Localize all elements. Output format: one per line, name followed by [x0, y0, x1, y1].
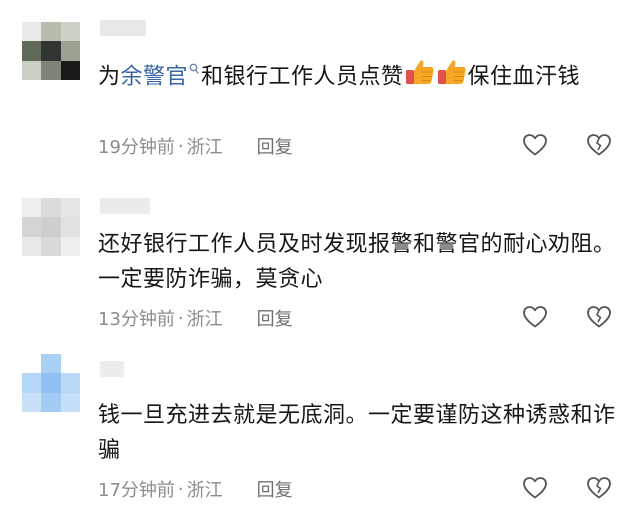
separator-dot: · [177, 135, 184, 157]
timestamp: 19分钟前 [98, 137, 175, 158]
timestamp: 13分钟前 [98, 309, 175, 330]
comment-text-mid: 和银行工作人员点赞 [201, 64, 404, 90]
avatar[interactable] [22, 354, 80, 412]
comment-meta: 19分钟前 · 浙江 回复 [98, 133, 293, 159]
comment-text-prefix: 为 [98, 64, 121, 90]
search-icon [189, 63, 199, 79]
location: 浙江 [186, 309, 223, 330]
broken-heart-icon[interactable] [586, 476, 612, 504]
comment-item: 钱一旦充进去就是无底洞。一定要谨防这种诱惑和诈骗 17分钟前 · 浙江 回复 [0, 347, 640, 526]
username-blurred[interactable] [100, 198, 150, 214]
avatar[interactable] [22, 22, 80, 80]
broken-heart-icon[interactable] [586, 133, 612, 161]
separator-dot: · [177, 307, 184, 329]
thumbs-up-emoji-icon [437, 58, 467, 97]
heart-outline-icon[interactable] [522, 305, 548, 333]
comment-item: 还好银行工作人员及时发现报警和警官的耐心劝阻。一定要防诈骗，莫贪心 13分钟前 … [0, 172, 640, 347]
thumbs-up-emoji-icon [405, 58, 435, 97]
heart-outline-icon[interactable] [522, 133, 548, 161]
broken-heart-icon[interactable] [586, 305, 612, 333]
heart-outline-icon[interactable] [522, 476, 548, 504]
comment-text-suffix: 保住血汗钱 [467, 64, 581, 90]
mention-link[interactable]: 余警官 [121, 64, 189, 89]
location: 浙江 [186, 480, 223, 501]
avatar[interactable] [22, 198, 80, 256]
location: 浙江 [186, 137, 223, 158]
timestamp: 17分钟前 [98, 480, 175, 501]
username-blurred[interactable] [100, 361, 124, 377]
separator-dot: · [177, 478, 184, 500]
comment-meta: 17分钟前 · 浙江 回复 [98, 476, 293, 502]
comment-meta: 13分钟前 · 浙江 回复 [98, 305, 293, 331]
reply-button[interactable]: 回复 [257, 305, 293, 331]
comment-text: 钱一旦充进去就是无底洞。一定要谨防这种诱惑和诈骗 [98, 403, 616, 463]
username-blurred[interactable] [100, 20, 146, 36]
reply-button[interactable]: 回复 [257, 133, 293, 159]
comment-text: 还好银行工作人员及时发现报警和警官的耐心劝阻。一定要防诈骗，莫贪心 [98, 232, 616, 292]
comment-text: 为余警官 和银行工作人员点赞 保住血汗钱 [98, 54, 618, 97]
comment-item: 为余警官 和银行工作人员点赞 保住血汗钱 19分钟前 · 浙江 回复 [0, 0, 640, 172]
reply-button[interactable]: 回复 [257, 476, 293, 502]
